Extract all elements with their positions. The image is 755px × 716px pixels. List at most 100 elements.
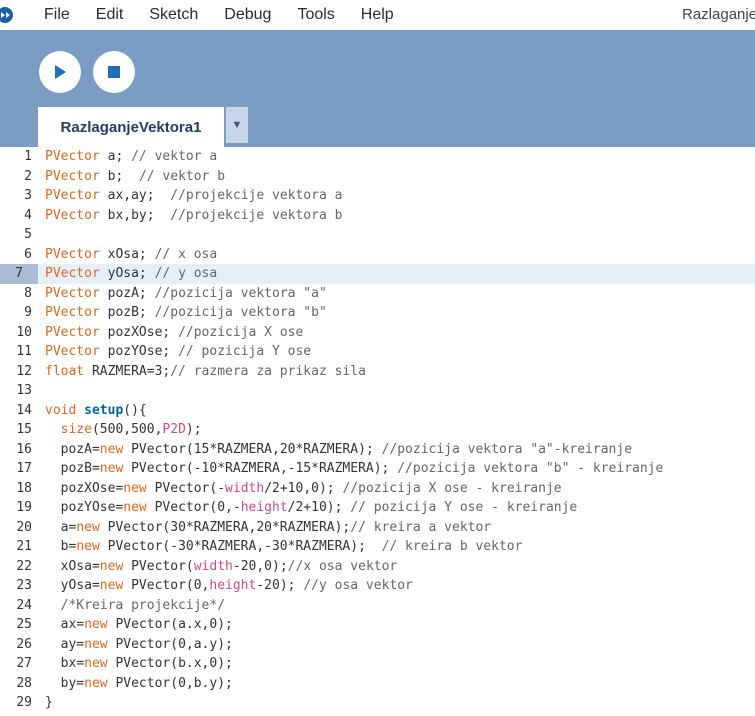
- code-token: // pozicija Y ose - kreiranje: [350, 500, 578, 515]
- code-line[interactable]: 1 PVector a; // vektor a: [0, 147, 755, 167]
- code-token: /2+10,0);: [264, 480, 343, 496]
- code-editor[interactable]: 1 PVector a; // vektor a 2 PVector b; // ve…: [0, 147, 755, 716]
- code-text: by=new PVector(0,b.y);: [45, 674, 233, 694]
- code-line[interactable]: 5: [0, 225, 755, 245]
- code-token: new: [99, 441, 124, 457]
- code-line[interactable]: 6 PVector xOsa; // x osa: [0, 245, 755, 265]
- code-line[interactable]: 11 PVector pozYOse; // pozicija Y ose: [0, 342, 755, 362]
- code-text: xOsa=new PVector(width-20,0);//x osa vek…: [45, 557, 398, 577]
- code-token: new: [84, 656, 108, 671]
- code-line[interactable]: 24 /*Kreira projekcije*/: [0, 596, 755, 616]
- code-token: P2D: [162, 422, 186, 437]
- code-line[interactable]: 21 b=new PVector(-30*RAZMERA,-30*RAZMERA…: [0, 537, 755, 557]
- code-line[interactable]: 9 PVector pozB; //pozicija vektora "b": [0, 303, 755, 323]
- run-button[interactable]: [39, 51, 81, 93]
- code-line[interactable]: 7 PVector yOsa; // y osa: [0, 264, 755, 284]
- code-line[interactable]: 18 pozXOse=new PVector(-width/2+10,0); /…: [0, 479, 755, 499]
- stop-button[interactable]: [93, 51, 135, 93]
- line-number: 10: [16, 324, 32, 340]
- code-line[interactable]: 28 by=new PVector(0,b.y);: [0, 674, 755, 694]
- menu-debug[interactable]: Debug: [224, 6, 271, 24]
- line-number: 8: [24, 285, 32, 301]
- code-token: PVector(-30*RAZMERA,-30*RAZMERA);: [99, 539, 382, 554]
- code-token: }: [45, 695, 53, 710]
- code-line[interactable]: 8 PVector pozA; //pozicija vektora "a": [0, 284, 755, 304]
- code-line[interactable]: 26 ay=new PVector(0,a.y);: [0, 635, 755, 655]
- code-token: //pozicija X ose: [178, 324, 304, 340]
- code-line[interactable]: 14 void setup(){: [0, 401, 755, 421]
- line-number: 29: [16, 695, 32, 710]
- code-line[interactable]: 27 bx=new PVector(b.x,0);: [0, 654, 755, 674]
- code-token: //pozicija X ose - kreiranje: [342, 480, 562, 496]
- menu-bar: File Edit Sketch Debug Tools Help Razlaganje: [0, 0, 755, 30]
- code-line[interactable]: 4 PVector bx,by; //projekcije vektora b: [0, 206, 755, 226]
- code-token: PVector: [45, 168, 100, 184]
- code-line[interactable]: 2 PVector b; // vektor b: [0, 167, 755, 187]
- code-line[interactable]: 13: [0, 381, 755, 401]
- menu-file[interactable]: File: [44, 6, 70, 24]
- code-token: //y osa vektor: [303, 578, 413, 593]
- line-number: 22: [16, 558, 32, 574]
- code-text: PVector a; // vektor a: [45, 147, 217, 167]
- code-token: new: [76, 539, 100, 554]
- code-text: yOsa=new PVector(0,height-20); //y osa v…: [45, 576, 413, 596]
- play-icon: [55, 65, 66, 79]
- code-token: // vektor a: [131, 149, 218, 164]
- menu-edit[interactable]: Edit: [96, 6, 124, 24]
- code-token: -20,0);: [232, 558, 288, 574]
- code-line[interactable]: 15 size(500,500,P2D);: [0, 420, 755, 440]
- code-line[interactable]: 17 pozB=new PVector(-10*RAZMERA,-15*RAZM…: [0, 459, 755, 479]
- code-token: ax,ay;: [99, 188, 171, 203]
- code-token: yOsa;: [99, 266, 155, 281]
- code-token: height: [209, 578, 257, 593]
- code-text: PVector pozYOse; // pozicija Y ose: [45, 342, 311, 362]
- code-text: ay=new PVector(0,a.y);: [45, 635, 233, 655]
- code-line[interactable]: 23 yOsa=new PVector(0,height-20); //y os…: [0, 576, 755, 596]
- code-text: b=new PVector(-30*RAZMERA,-30*RAZMERA); …: [45, 537, 523, 557]
- code-line[interactable]: 29}: [0, 693, 755, 713]
- code-text: PVector pozA; //pozicija vektora "a": [45, 284, 327, 304]
- tab-sketch[interactable]: RazlaganjeVektora1: [38, 107, 224, 147]
- code-text: /*Kreira projekcije*/: [45, 596, 225, 616]
- code-line[interactable]: 19 pozYOse=new PVector(0,-height/2+10); …: [0, 498, 755, 518]
- code-token: PVector(30*RAZMERA,20*RAZMERA);: [99, 519, 351, 535]
- code-line[interactable]: 20 a=new PVector(30*RAZMERA,20*RAZMERA);…: [0, 518, 755, 538]
- code-token: by=: [45, 675, 85, 691]
- code-line[interactable]: 22 xOsa=new PVector(width-20,0);//x osa …: [0, 557, 755, 577]
- code-token: PVector: [45, 324, 100, 340]
- code-text: pozYOse=new PVector(0,-height/2+10); // …: [45, 498, 578, 518]
- code-text: a=new PVector(30*RAZMERA,20*RAZMERA);// …: [45, 518, 492, 538]
- line-number: 18: [16, 480, 32, 496]
- menu-tools[interactable]: Tools: [297, 6, 334, 24]
- line-number: 16: [16, 441, 32, 457]
- code-token: PVector(-10*RAZMERA,-15*RAZMERA);: [123, 461, 398, 476]
- code-token: //x osa vektor: [287, 558, 398, 574]
- code-line[interactable]: 25 ax=new PVector(a.x,0);: [0, 615, 755, 635]
- code-text: pozA=new PVector(15*RAZMERA,20*RAZMERA);…: [45, 440, 632, 460]
- line-number: 7: [0, 264, 38, 284]
- code-text: PVector ax,ay; //projekcije vektora a: [45, 186, 342, 206]
- code-token: PVector(15*RAZMERA,20*RAZMERA);: [123, 441, 382, 457]
- tab-menu-button[interactable]: ▼: [226, 107, 248, 143]
- code-token: width: [193, 558, 233, 574]
- code-token: // kreira b vektor: [381, 539, 523, 554]
- code-line[interactable]: 10 PVector pozXOse; //pozicija X ose: [0, 323, 755, 343]
- code-token: PVector: [45, 285, 100, 301]
- code-token: PVector: [45, 266, 100, 281]
- code-token: /*Kreira projekcije*/: [60, 597, 226, 613]
- line-number: 11: [16, 344, 32, 359]
- line-number: 15: [16, 422, 32, 437]
- menu-help[interactable]: Help: [361, 6, 394, 24]
- code-line[interactable]: 3 PVector ax,ay; //projekcije vektora a: [0, 186, 755, 206]
- line-number: 4: [24, 207, 32, 223]
- code-line[interactable]: 12 float RAZMERA=3;// razmera za prikaz s…: [0, 362, 755, 382]
- code-token: new: [84, 636, 108, 652]
- code-text: PVector b; // vektor b: [45, 167, 225, 187]
- code-text: pozB=new PVector(-10*RAZMERA,-15*RAZMERA…: [45, 459, 664, 479]
- code-token: b=: [45, 539, 77, 554]
- code-token: void: [45, 402, 77, 418]
- menu-sketch[interactable]: Sketch: [149, 6, 198, 24]
- code-text: PVector yOsa; // y osa: [45, 264, 217, 284]
- code-token: ay=: [45, 636, 85, 652]
- code-line[interactable]: 16 pozA=new PVector(15*RAZMERA,20*RAZMER…: [0, 440, 755, 460]
